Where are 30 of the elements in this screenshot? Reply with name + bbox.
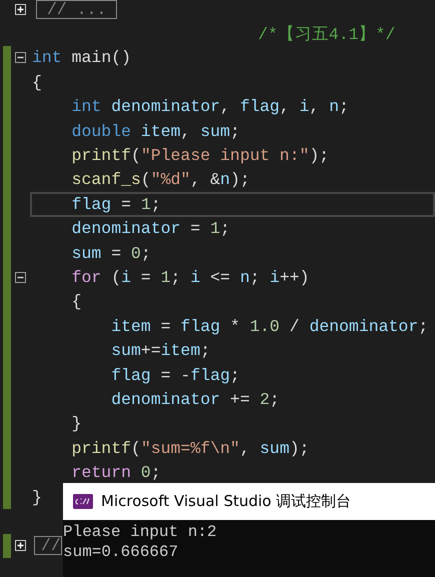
code-line: int main(): [32, 48, 132, 68]
code-line: sum+=item;: [110, 341, 210, 360]
code-comment: /*【习五4.1】*/: [258, 24, 396, 45]
code-line: int denominator, flag, i, n;: [70, 97, 349, 116]
window-title: Microsoft Visual Studio 调试控制台: [101, 492, 352, 511]
code-line: }: [70, 414, 82, 434]
code-line: flag = -flag;: [110, 366, 240, 385]
code-line: denominator = 1;: [70, 219, 230, 238]
code-line: sum = 0;: [70, 244, 151, 263]
code-line: item = flag * 1.0 / denominator;: [110, 316, 428, 336]
code-line: double item, sum;: [70, 122, 240, 141]
code-line: return 0;: [70, 463, 161, 482]
code-line: {: [32, 72, 42, 92]
console-icon: [73, 494, 93, 509]
collapse-icon[interactable]: [15, 272, 26, 283]
code-line: denominator += 2;: [110, 390, 280, 409]
code-line: {: [70, 292, 82, 312]
collapsed-block[interactable]: // ...: [36, 0, 118, 19]
console-output: sum=0.666667: [63, 542, 178, 562]
expand-icon[interactable]: [15, 540, 26, 552]
code-line: printf("sum=%f\n", sum);: [70, 438, 310, 458]
code-line: for (i = 1; i <= n; i++): [70, 268, 310, 287]
collapse-icon[interactable]: [15, 52, 26, 64]
collapsed-block[interactable]: //: [34, 536, 62, 556]
code-line: printf("Please input n:");: [70, 146, 330, 166]
code-line: scanf_s("%d", &n);: [70, 170, 250, 190]
code-line: flag = 1;: [70, 194, 161, 214]
console-output: Please input n:2: [63, 522, 217, 542]
code-line: }: [32, 488, 42, 506]
expand-icon[interactable]: [15, 4, 26, 15]
